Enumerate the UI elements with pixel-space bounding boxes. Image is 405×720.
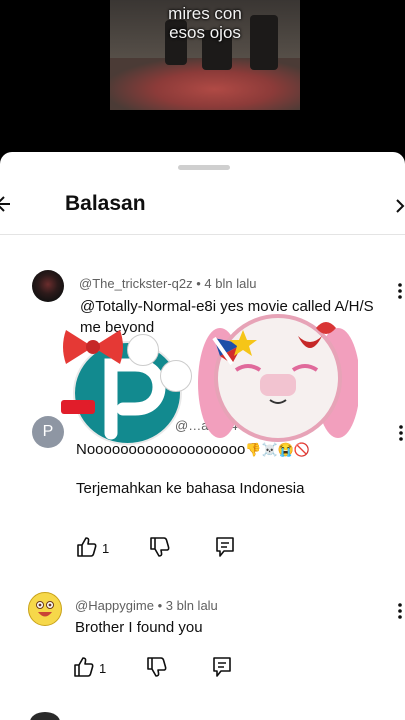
chevron-right-icon[interactable] [393, 194, 405, 218]
like-count: 1 [102, 541, 110, 556]
red-tag-decoration [61, 400, 95, 414]
smiley-avatar-icon [36, 601, 54, 617]
comment-time: 4 bln lalu [204, 276, 257, 291]
back-arrow-icon[interactable] [0, 190, 16, 218]
video-player[interactable]: mires con esos ojos [0, 0, 405, 160]
meta-separator: • [157, 598, 166, 613]
like-icon[interactable] [73, 656, 95, 678]
red-bow-icon [63, 330, 123, 364]
comment-author[interactable]: @Happygime [75, 598, 154, 613]
video-caption-line2: esos ojos [169, 23, 241, 42]
comment-meta: @Happygime • 3 bln lalu [75, 598, 218, 613]
comment-actions: 1 [73, 656, 243, 680]
video-frame: mires con esos ojos [110, 0, 300, 110]
cute-face-icon [198, 314, 360, 442]
avatar-initial: P [42, 423, 54, 440]
reply-icon[interactable] [212, 656, 232, 678]
more-options-icon[interactable] [397, 602, 403, 620]
avatar[interactable]: P [32, 416, 64, 448]
reply-icon[interactable] [215, 536, 235, 558]
more-options-icon[interactable] [397, 282, 403, 300]
bubble-decoration [127, 334, 159, 366]
avatar[interactable] [30, 712, 60, 720]
like-icon[interactable] [76, 536, 98, 558]
dislike-icon[interactable] [149, 536, 171, 558]
pink-face-sticker [198, 308, 360, 448]
more-options-icon[interactable] [398, 424, 404, 442]
comment-text: Brother I found you [75, 619, 203, 636]
comment-author[interactable]: @The_trickster-q2z [79, 276, 193, 291]
comment-meta: @The_trickster-q2z • 4 bln lalu [79, 276, 256, 291]
video-caption: mires con esos ojos [110, 4, 300, 42]
translate-link[interactable]: Terjemahkan ke bahasa Indonesia [76, 480, 305, 497]
page-title: Balasan [65, 192, 146, 215]
comment-actions: 1 [76, 536, 246, 560]
avatar[interactable] [28, 592, 62, 626]
avatar[interactable] [32, 270, 64, 302]
like-count: 1 [99, 661, 107, 676]
bubble-decoration [160, 360, 192, 392]
header-divider [0, 234, 405, 235]
dislike-icon[interactable] [146, 656, 168, 678]
reply-comment: @Happygime • 3 bln lalu Brother I found … [0, 592, 405, 692]
sheet-header: Balasan [0, 182, 405, 232]
drag-handle[interactable] [178, 165, 230, 170]
video-caption-line1: mires con [168, 4, 242, 23]
comment-time: 3 bln lalu [165, 598, 218, 613]
